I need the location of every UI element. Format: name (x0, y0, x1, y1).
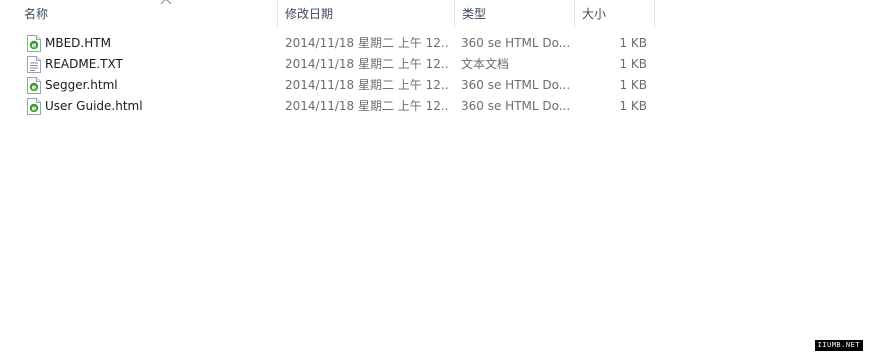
file-name: MBED.HTM (45, 36, 111, 50)
text-document-icon (27, 56, 41, 73)
file-type: 360 se HTML Do... (461, 36, 570, 50)
file-row[interactable]: e MBED.HTM 2014/11/18 星期二 上午 12... 360 s… (0, 33, 655, 54)
file-row[interactable]: README.TXT 2014/11/18 星期二 上午 12... 文本文档 … (0, 54, 655, 75)
file-type: 360 se HTML Do... (461, 99, 570, 113)
file-size: 1 KB (619, 78, 647, 92)
html-document-icon: e (27, 98, 41, 115)
file-name: User Guide.html (45, 99, 143, 113)
svg-text:e: e (32, 84, 37, 92)
column-header-name-label: 名称 (24, 7, 49, 21)
svg-text:e: e (32, 105, 37, 113)
column-header-size[interactable]: 大小 (575, 0, 655, 28)
site-watermark: IIUMB.NET (814, 340, 863, 351)
file-name: Segger.html (45, 78, 118, 92)
file-row[interactable]: e User Guide.html 2014/11/18 星期二 上午 12..… (0, 96, 655, 117)
column-header-name[interactable]: 名称 (17, 0, 278, 28)
file-type: 360 se HTML Do... (461, 78, 570, 92)
html-document-icon: e (27, 77, 41, 94)
column-header-date-label: 修改日期 (285, 7, 334, 21)
file-date: 2014/11/18 星期二 上午 12... (285, 78, 448, 92)
file-size: 1 KB (619, 36, 647, 50)
file-size: 1 KB (619, 57, 647, 71)
chevron-up-icon (160, 0, 172, 5)
column-header-date[interactable]: 修改日期 (278, 0, 455, 28)
column-header-type[interactable]: 类型 (455, 0, 575, 28)
file-row[interactable]: e Segger.html 2014/11/18 星期二 上午 12... 36… (0, 75, 655, 96)
file-type: 文本文档 (461, 57, 510, 71)
file-name: README.TXT (45, 57, 123, 71)
file-size: 1 KB (619, 99, 647, 113)
column-header-bar: 名称 修改日期 类型 大小 (0, 0, 655, 28)
html-document-icon: e (27, 35, 41, 52)
file-date: 2014/11/18 星期二 上午 12... (285, 36, 448, 50)
file-date: 2014/11/18 星期二 上午 12... (285, 99, 448, 113)
column-header-type-label: 类型 (462, 7, 487, 21)
file-date: 2014/11/18 星期二 上午 12... (285, 57, 448, 71)
svg-text:e: e (32, 42, 37, 50)
column-header-size-label: 大小 (582, 7, 607, 21)
